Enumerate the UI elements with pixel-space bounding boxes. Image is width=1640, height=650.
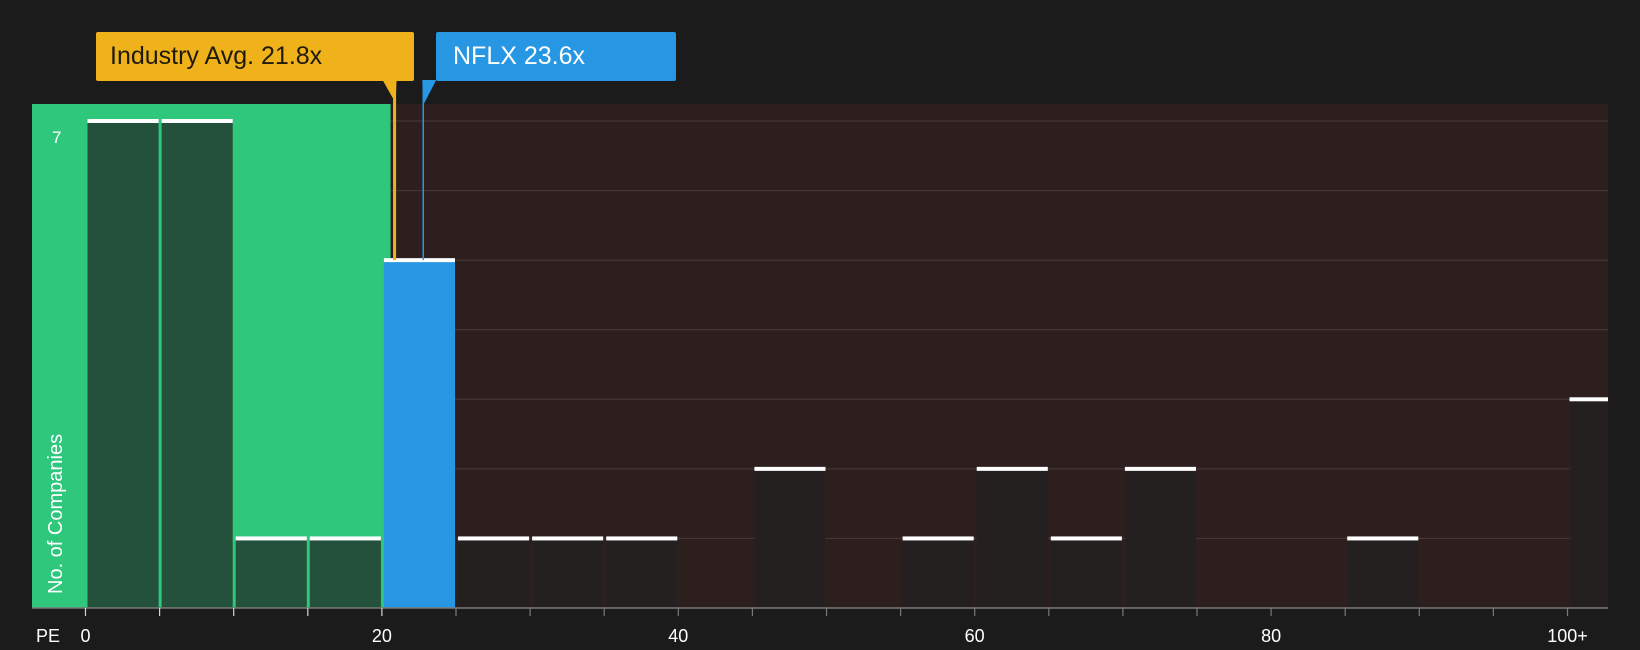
- histogram-bar: [1569, 399, 1608, 608]
- histogram-bar: [87, 121, 159, 608]
- bar-value-cap: [1124, 466, 1196, 471]
- bar-value-cap: [1050, 536, 1122, 541]
- x-tick-label: 40: [668, 626, 688, 646]
- histogram-bar: [606, 538, 678, 608]
- bar-value-cap: [1569, 397, 1608, 402]
- histogram-bar: [383, 260, 455, 608]
- x-axis-label: PE: [36, 626, 60, 646]
- bar-value-cap: [976, 466, 1048, 471]
- company-pe-label: NFLX 23.6x: [453, 42, 586, 70]
- x-tick-label: 100+: [1547, 626, 1588, 646]
- industry-average-label: Industry Avg. 21.8x: [110, 42, 323, 70]
- x-tick-label: 60: [965, 626, 985, 646]
- bar-value-cap: [87, 119, 159, 123]
- histogram-bar: [1050, 538, 1122, 608]
- bar-value-cap: [754, 466, 826, 471]
- histogram-bar: [976, 468, 1048, 608]
- histogram-bar: [1124, 468, 1196, 608]
- bar-value-cap: [235, 536, 307, 541]
- y-tick-label: 7: [52, 128, 61, 147]
- histogram-bar: [754, 468, 826, 608]
- bar-value-cap: [532, 536, 604, 541]
- chart-canvas: 0 20 40 60 80 100+ PE 7 No. of Companies: [32, 80, 1609, 646]
- histogram-bar: [161, 121, 233, 608]
- company-pe-pointer: [422, 80, 437, 105]
- x-tick-label: 20: [372, 626, 392, 646]
- bar-value-cap: [161, 119, 233, 123]
- x-tick-label: 80: [1261, 626, 1281, 646]
- bar-value-cap: [606, 536, 678, 541]
- industry-average-callout: Industry Avg. 21.8x: [96, 32, 414, 81]
- y-axis-label: No. of Companies: [45, 434, 67, 594]
- histogram-bar: [458, 538, 530, 608]
- x-tick-label: 0: [80, 626, 90, 646]
- industry-average-pointer: [382, 80, 397, 103]
- bar-value-cap: [1347, 536, 1419, 541]
- histogram-bar: [902, 538, 974, 608]
- histogram-bar: [532, 538, 604, 608]
- bar-value-cap: [458, 536, 530, 541]
- bar-value-cap: [902, 536, 974, 541]
- bar-value-cap: [309, 536, 381, 541]
- histogram-bar: [235, 538, 307, 608]
- pe-distribution-chart: 0 20 40 60 80 100+ PE 7 No. of Companies Industr…: [0, 0, 1640, 650]
- company-pe-callout: NFLX 23.6x: [436, 32, 676, 81]
- histogram-bar: [1347, 538, 1419, 608]
- histogram-bar: [309, 538, 381, 608]
